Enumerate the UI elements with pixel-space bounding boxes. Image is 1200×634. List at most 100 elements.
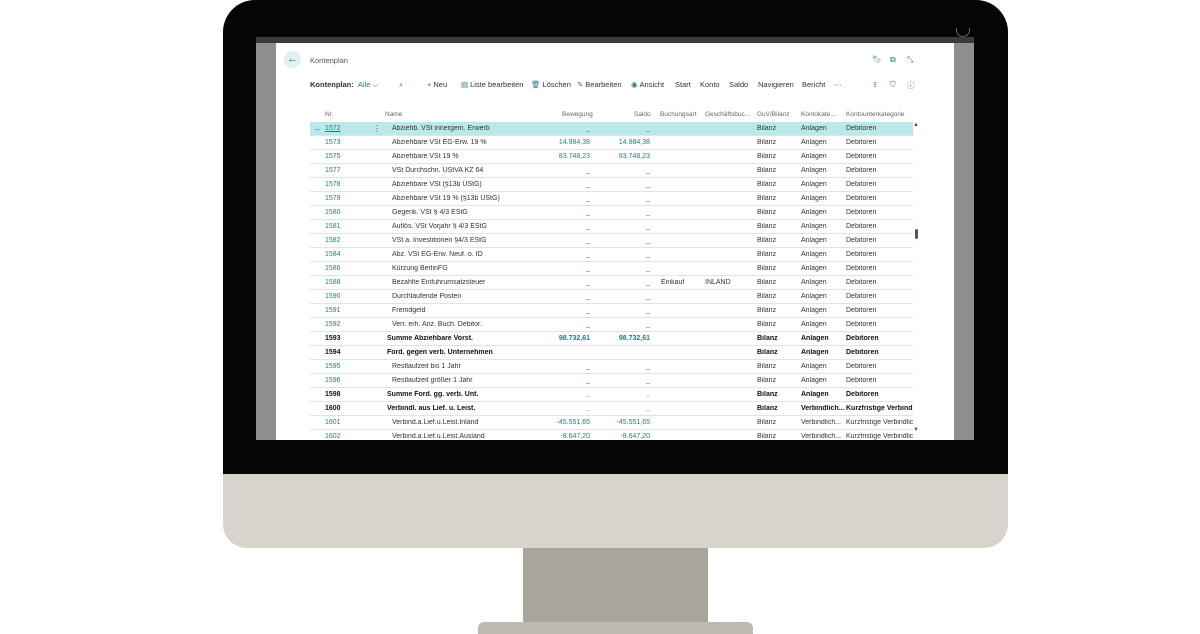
bewegung-value[interactable]: 14.984,38 (559, 139, 590, 146)
header-buchungsart[interactable]: Buchungsart (660, 111, 697, 118)
saldo-value[interactable]: _ (646, 307, 650, 314)
account-number-link[interactable]: 1579 (325, 195, 341, 202)
table-row[interactable]: 1593 Summe Abziehbare Vorst. 98.732,61 98.7… (310, 332, 913, 346)
filter-icon[interactable]: ⛉ (890, 80, 896, 90)
table-row[interactable]: 1586 Kürzung BerlinFG _ _ Bilanz Anlagen Debit… (310, 262, 913, 276)
header-name[interactable]: Name (385, 111, 402, 118)
bewegung-value[interactable]: 98.732,61 (559, 335, 590, 342)
header-nr[interactable]: Nr. (325, 111, 333, 118)
search-icon[interactable]: ⌕ (399, 80, 403, 90)
header-saldo[interactable]: Saldo (634, 111, 651, 118)
saldo-value[interactable]: _ (646, 391, 650, 398)
vertical-scrollbar[interactable]: ▲ ▼ (913, 122, 921, 436)
account-number-link[interactable]: 1596 (325, 377, 341, 384)
account-number-link[interactable]: 1590 (325, 293, 341, 300)
back-button[interactable]: ← (284, 51, 301, 68)
bewegung-value[interactable]: _ (586, 195, 590, 202)
saldo-value[interactable]: _ (646, 223, 650, 230)
scroll-down-icon[interactable]: ▼ (913, 427, 919, 433)
saldo-value[interactable]: _ (646, 167, 650, 174)
table-row[interactable]: 1590 Durchlaufende Posten _ _ Bilanz Anlagen D… (310, 290, 913, 304)
header-guv-bilanz[interactable]: GuV/Bilanz (757, 111, 790, 118)
table-row[interactable]: 1580 Gegenk. VSt § 4/3 EStG _ _ Bilanz Anlage… (310, 206, 913, 220)
saldo-value[interactable]: _ (646, 321, 650, 328)
table-row[interactable]: 1601 Verbind.a.Lief.u.Leist.Inland -45.551… (310, 416, 913, 430)
table-row[interactable]: 1594 Ford. gegen verb. Unternehmen Bilanz A… (310, 346, 913, 360)
row-menu-icon[interactable]: ⋮ (373, 124, 381, 133)
report-menu[interactable]: Bericht (802, 80, 825, 89)
bewegung-value[interactable]: _ (586, 167, 590, 174)
table-row[interactable]: 1602 Verbind.a.Lief.u.Leist.Ausland -8.647… (310, 430, 913, 440)
saldo-value[interactable]: _ (646, 363, 650, 370)
saldo-value[interactable]: 83.748,23 (619, 153, 650, 160)
info-icon[interactable]: ⓘ (907, 80, 915, 91)
collapse-icon[interactable]: ⤡ (907, 55, 913, 65)
saldo-value[interactable]: _ (646, 405, 650, 412)
account-number-link[interactable]: 1601 (325, 419, 341, 426)
bewegung-value[interactable]: _ (586, 363, 590, 370)
saldo-value[interactable]: _ (646, 195, 650, 202)
view-button[interactable]: ◉ Ansicht (631, 80, 664, 89)
header-bewegung[interactable]: Bewegung (562, 111, 593, 118)
saldo-value[interactable]: _ (646, 279, 650, 286)
share-icon[interactable]: ⇪ (872, 80, 878, 89)
table-row[interactable]: 1577 VSt Durchschn. UStVA KZ 64 _ _ Bilanz An… (310, 164, 913, 178)
bewegung-value[interactable]: _ (586, 293, 590, 300)
table-row[interactable]: 1598 Summe Ford. gg. verb. Unt. _ _ Bilanz An… (310, 388, 913, 402)
account-number-link[interactable]: 1572 (325, 125, 341, 132)
account-number-link[interactable]: 1586 (325, 265, 341, 272)
scroll-up-icon[interactable]: ▲ (913, 122, 919, 128)
table-row[interactable]: → ⋮ 1572 Abziehb. VSt innergem. Erwerb _ _ Bil… (310, 122, 913, 136)
account-number-link[interactable]: 1602 (325, 433, 341, 440)
saldo-value[interactable]: -45.551,65 (617, 419, 650, 426)
bewegung-value[interactable]: _ (586, 251, 590, 258)
table-row[interactable]: 1581 Auflös. VSt Vorjahr § 4/3 EStG _ _ Bila… (310, 220, 913, 234)
more-options-button[interactable]: ··· (834, 80, 842, 89)
table-row[interactable]: 1592 Verr. erh. Anz. Buch. Debitor. _ _ Bila… (310, 318, 913, 332)
saldo-value[interactable]: 14.984,38 (619, 139, 650, 146)
table-row[interactable]: 1579 Abziehbare VSt 19 % (§13b UStG) _ _ Bil… (310, 192, 913, 206)
bewegung-value[interactable]: _ (586, 391, 590, 398)
bewegung-value[interactable]: _ (586, 209, 590, 216)
bewegung-value[interactable]: _ (586, 265, 590, 272)
account-number-link[interactable]: 1580 (325, 209, 341, 216)
edit-button[interactable]: ✎ Bearbeiten (577, 80, 622, 89)
table-row[interactable]: 1591 Fremdgeld _ _ Bilanz Anlagen Debitoren (310, 304, 913, 318)
account-number-link[interactable]: 1595 (325, 363, 341, 370)
saldo-value[interactable]: _ (646, 265, 650, 272)
open-new-window-icon[interactable]: ⧉ (890, 55, 896, 65)
navigate-menu[interactable]: Navigieren (758, 80, 794, 89)
account-number-link[interactable]: 1584 (325, 251, 341, 258)
account-number-link[interactable]: 1575 (325, 153, 341, 160)
saldo-value[interactable]: _ (646, 251, 650, 258)
saldo-value[interactable]: 98.732,61 (619, 335, 650, 342)
table-row[interactable]: 1578 Abziehbare VSt (§13b UStG) _ _ Bilanz An… (310, 178, 913, 192)
bewegung-value[interactable]: -45.551,65 (557, 419, 590, 426)
header-kontounterkategorie[interactable]: Kontounterkategorie (846, 111, 905, 118)
account-number-link[interactable]: 1588 (325, 279, 341, 286)
bewegung-value[interactable]: _ (586, 405, 590, 412)
table-row[interactable]: 1600 Verbindl. aus Lief. u. Leist. _ _ Bilan… (310, 402, 913, 416)
table-row[interactable]: 1596 Restlaufzeit größer 1 Jahr _ _ Bilanz An… (310, 374, 913, 388)
bewegung-value[interactable]: _ (586, 307, 590, 314)
saldo-value[interactable]: _ (646, 237, 650, 244)
bewegung-value[interactable]: _ (586, 377, 590, 384)
account-number-link[interactable]: 1592 (325, 321, 341, 328)
table-row[interactable]: 1573 Abziehbare VSt EG-Erw. 19 % 14.984,38… (310, 136, 913, 150)
table-row[interactable]: 1595 Restlaufzeit bis 1 Jahr _ _ Bilanz Anlag… (310, 360, 913, 374)
bewegung-value[interactable]: _ (586, 125, 590, 132)
new-button[interactable]: + Neu (427, 80, 447, 89)
header-geschaeftsbuchung[interactable]: Geschäftsbuc... (705, 111, 750, 118)
delete-button[interactable]: 🗑︎ Löschen (531, 80, 571, 89)
table-row[interactable]: 1582 VSt a. Investitionen §4/3 EStG _ _ Bila… (310, 234, 913, 248)
table-row[interactable]: 1588 Bezahlte Einfuhrumsatzsteuer _ _ Einkau… (310, 276, 913, 290)
saldo-value[interactable]: _ (646, 209, 650, 216)
table-row[interactable]: 1575 Abziehbare VSt 19 % 83.748,23 83.748,2… (310, 150, 913, 164)
account-number-link[interactable]: 1577 (325, 167, 341, 174)
edit-list-button[interactable]: ▤ Liste bearbeiten (461, 80, 523, 89)
saldo-value[interactable]: _ (646, 125, 650, 132)
account-number-link[interactable]: 1573 (325, 139, 341, 146)
account-number-link[interactable]: 1591 (325, 307, 341, 314)
balance-menu[interactable]: Saldo (729, 80, 748, 89)
account-number-link[interactable]: 1600 (325, 405, 341, 412)
